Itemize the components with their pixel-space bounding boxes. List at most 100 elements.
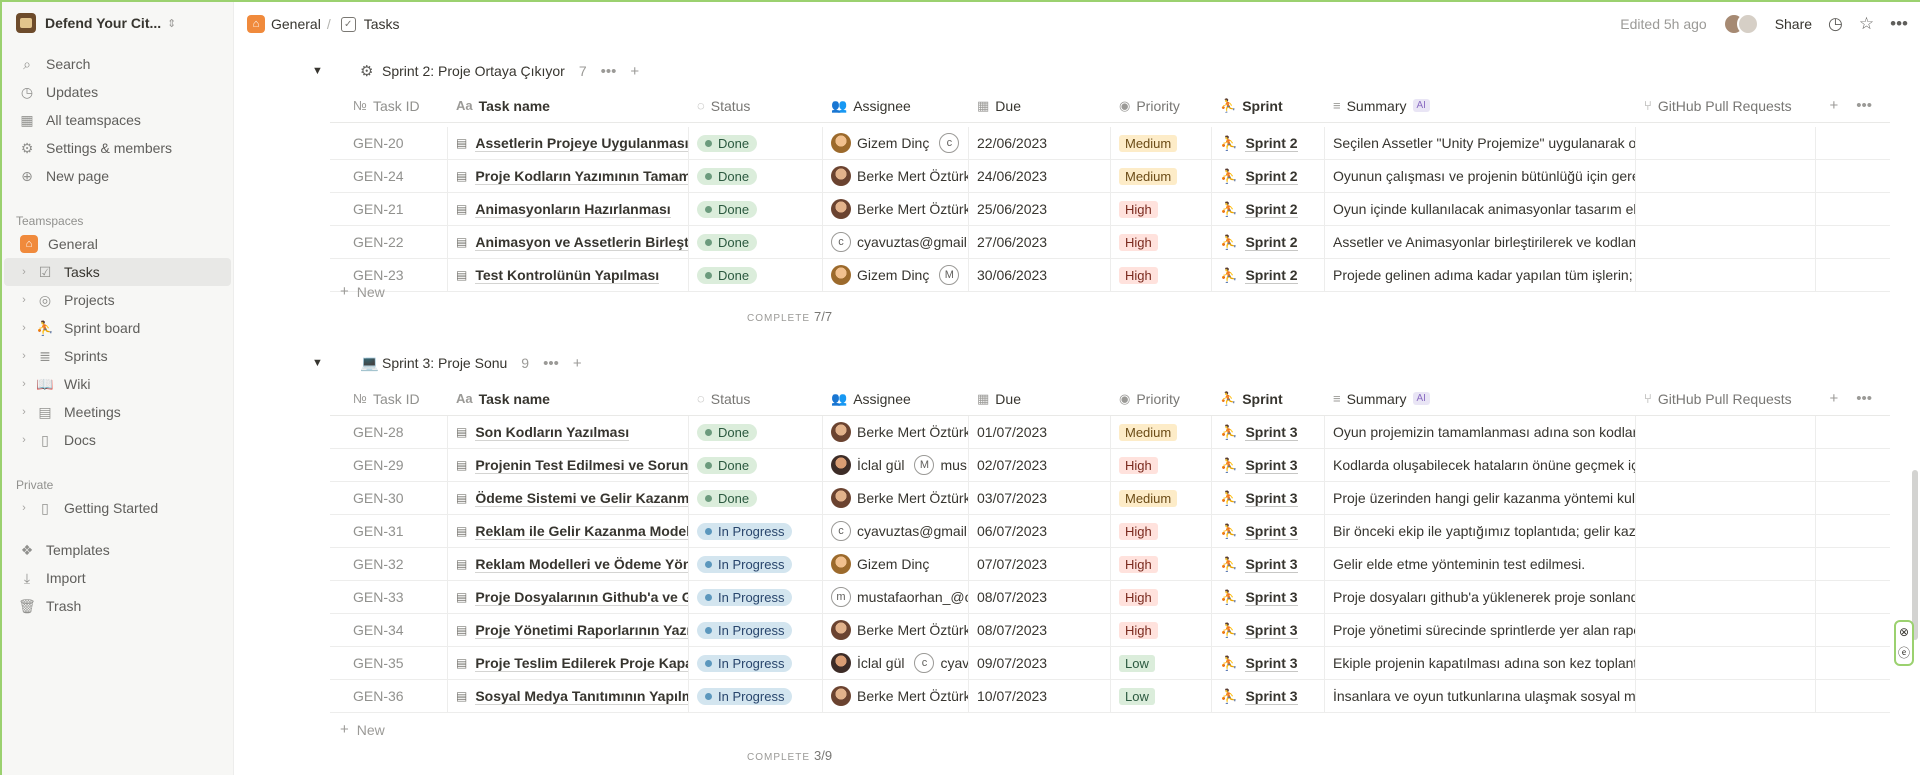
task-name-cell[interactable]: ▤ Animasyon ve Assetlerin Birleştirilmesi: [448, 226, 689, 258]
sidebar-item-sprint-board[interactable]: › ⛹ Sprint board: [4, 314, 231, 342]
assignee-cell[interactable]: c cyavuztas@gmail.com: [823, 226, 969, 258]
priority-cell[interactable]: Medium: [1111, 160, 1212, 192]
table-row[interactable]: GEN-23 ▤ Test Kontrolünün Yapılması Done Giz…: [330, 259, 1890, 292]
github-pr-cell[interactable]: [1636, 416, 1816, 448]
due-cell[interactable]: 24/06/2023: [969, 160, 1111, 192]
task-name[interactable]: Son Kodların Yazılması: [475, 424, 630, 441]
more-icon[interactable]: •••: [1856, 97, 1872, 114]
due-cell[interactable]: 03/07/2023: [969, 482, 1111, 514]
column-header-assignee[interactable]: 👥 Assignee: [823, 89, 969, 122]
sprint-link[interactable]: Sprint 2: [1245, 168, 1298, 185]
column-header-summary[interactable]: ≡ Summary AI: [1325, 89, 1636, 122]
priority-cell[interactable]: Low: [1111, 680, 1212, 712]
task-name[interactable]: Ödeme Sistemi ve Gelir Kazanma Yöntemi: [475, 490, 688, 507]
task-name[interactable]: Projenin Test Edilmesi ve Sorunların Gid…: [475, 457, 688, 474]
status-cell[interactable]: Done: [689, 160, 823, 192]
github-pr-cell[interactable]: [1636, 680, 1816, 712]
table-row[interactable]: GEN-36 ▤ Sosyal Medya Tanıtımının Yapılmas…: [330, 680, 1890, 713]
status-cell[interactable]: Done: [689, 226, 823, 258]
priority-cell[interactable]: High: [1111, 226, 1212, 258]
task-name-cell[interactable]: ▤ Proje Kodların Yazımının Tamamlanması: [448, 160, 689, 192]
sidebar-item-projects[interactable]: › ◎ Projects: [4, 286, 231, 314]
column-header-summary[interactable]: ≡ Summary AI: [1325, 382, 1636, 415]
sprint-cell[interactable]: ⛹ Sprint 3: [1212, 680, 1325, 712]
due-cell[interactable]: 08/07/2023: [969, 581, 1111, 613]
close-icon[interactable]: ⊗: [1899, 625, 1909, 639]
table-row[interactable]: GEN-29 ▤ Projenin Test Edilmesi ve Sorunla…: [330, 449, 1890, 482]
due-cell[interactable]: 25/06/2023: [969, 193, 1111, 225]
sprint-link[interactable]: Sprint 3: [1245, 688, 1298, 705]
assignee-cell[interactable]: Berke Mert Öztürk: [823, 614, 969, 646]
table-row[interactable]: GEN-28 ▤ Son Kodların Yazılması Done Berke M…: [330, 416, 1890, 449]
task-name[interactable]: Reklam ile Gelir Kazanma Modeli: [475, 523, 688, 540]
due-cell[interactable]: 08/07/2023: [969, 614, 1111, 646]
due-cell[interactable]: 06/07/2023: [969, 515, 1111, 547]
column-header-status[interactable]: ◌ Status: [689, 89, 823, 122]
task-name[interactable]: Test Kontrolünün Yapılması: [475, 267, 660, 284]
status-cell[interactable]: Done: [689, 193, 823, 225]
sprint-link[interactable]: Sprint 3: [1245, 424, 1298, 441]
task-name[interactable]: Proje Kodların Yazımının Tamamlanması: [475, 168, 688, 185]
add-icon[interactable]: +: [630, 63, 639, 80]
add-icon[interactable]: +: [573, 355, 582, 372]
sprint-cell[interactable]: ⛹ Sprint 2: [1212, 259, 1325, 291]
assignee-cell[interactable]: Berke Mert Öztürk: [823, 193, 969, 225]
github-pr-cell[interactable]: [1636, 259, 1816, 291]
history-icon[interactable]: ◷: [1828, 14, 1843, 34]
new-row-button[interactable]: + New: [330, 713, 385, 746]
add-column-icon[interactable]: +: [1829, 390, 1838, 407]
extension-widget[interactable]: ⊗ ⓔ: [1894, 620, 1914, 666]
task-name[interactable]: Animasyonların Hazırlanması: [475, 201, 671, 218]
column-header-sprint[interactable]: ⛹ Sprint: [1212, 382, 1325, 415]
assignee-cell[interactable]: Gizem Dinç M: [823, 259, 969, 291]
chevron-right-icon[interactable]: ›: [18, 406, 30, 418]
assignee-cell[interactable]: Gizem Dinç c: [823, 127, 969, 159]
sprint-link[interactable]: Sprint 3: [1245, 622, 1298, 639]
github-pr-cell[interactable]: [1636, 548, 1816, 580]
sprint-cell[interactable]: ⛹ Sprint 2: [1212, 127, 1325, 159]
sprint-cell[interactable]: ⛹ Sprint 3: [1212, 581, 1325, 613]
table-row[interactable]: GEN-35 ▤ Proje Teslim Edilerek Proje Kapat…: [330, 647, 1890, 680]
status-cell[interactable]: In Progress: [689, 680, 823, 712]
sidebar-item-getting-started[interactable]: › ▯ Getting Started: [4, 494, 231, 522]
sidebar-item-settings-members[interactable]: ⚙ Settings & members: [2, 134, 233, 162]
sidebar-item-import[interactable]: ⤓ Import: [2, 564, 233, 592]
table-row[interactable]: GEN-30 ▤ Ödeme Sistemi ve Gelir Kazanma Yö…: [330, 482, 1890, 515]
chevron-right-icon[interactable]: ›: [18, 350, 30, 362]
sidebar-item-wiki[interactable]: › 📖 Wiki: [4, 370, 231, 398]
group-title[interactable]: Sprint 3: Proje Sonu 9 ••• +: [382, 355, 582, 372]
due-cell[interactable]: 07/07/2023: [969, 548, 1111, 580]
summary-cell[interactable]: Seçilen Assetler "Unity Projemize" uygul…: [1325, 127, 1636, 159]
sprint-link[interactable]: Sprint 3: [1245, 589, 1298, 606]
summary-cell[interactable]: Oyunun çalışması ve projenin bütünlüğü i…: [1325, 160, 1636, 192]
table-row[interactable]: GEN-21 ▤ Animasyonların Hazırlanması Done Be…: [330, 193, 1890, 226]
table-row[interactable]: GEN-22 ▤ Animasyon ve Assetlerin Birleştir…: [330, 226, 1890, 259]
summary-cell[interactable]: Ekiple projenin kapatılması adına son ke…: [1325, 647, 1636, 679]
chevron-right-icon[interactable]: ›: [18, 266, 30, 278]
table-row[interactable]: GEN-31 ▤ Reklam ile Gelir Kazanma Modeli In…: [330, 515, 1890, 548]
assignee-cell[interactable]: c cyavuztas@gmail.com: [823, 515, 969, 547]
task-name-cell[interactable]: ▤ Projenin Test Edilmesi ve Sorunların Gi…: [448, 449, 689, 481]
task-name-cell[interactable]: ▤ Reklam ile Gelir Kazanma Modeli: [448, 515, 689, 547]
sidebar-item-all-teamspaces[interactable]: ▦ All teamspaces: [2, 106, 233, 134]
more-icon[interactable]: •••: [1890, 14, 1908, 34]
sidebar-item-meetings[interactable]: › ▤ Meetings: [4, 398, 231, 426]
chevron-right-icon[interactable]: ›: [18, 434, 30, 446]
summary-cell[interactable]: Oyun projemizin tamamlanması adına son k…: [1325, 416, 1636, 448]
chevron-right-icon[interactable]: ›: [18, 294, 30, 306]
due-cell[interactable]: 27/06/2023: [969, 226, 1111, 258]
task-name-cell[interactable]: ▤ Proje Teslim Edilerek Proje Kapatılması: [448, 647, 689, 679]
status-cell[interactable]: Done: [689, 416, 823, 448]
scrollbar[interactable]: [1912, 470, 1918, 640]
status-cell[interactable]: In Progress: [689, 515, 823, 547]
more-icon[interactable]: •••: [1856, 390, 1872, 407]
task-name-cell[interactable]: ▤ Assetlerin Projeye Uygulanması: [448, 127, 689, 159]
collaborator-avatars[interactable]: [1722, 13, 1759, 35]
github-pr-cell[interactable]: [1636, 160, 1816, 192]
summary-cell[interactable]: İnsanlara ve oyun tutkunlarına ulaşmak s…: [1325, 680, 1636, 712]
share-button[interactable]: Share: [1775, 16, 1812, 32]
column-header-github-pull-requests[interactable]: ⑂ GitHub Pull Requests: [1636, 382, 1816, 415]
sidebar-item-tasks[interactable]: › ☑ Tasks: [4, 258, 231, 286]
due-cell[interactable]: 10/07/2023: [969, 680, 1111, 712]
workspace-switcher[interactable]: Defend Your Cit... ⇕: [2, 2, 233, 44]
